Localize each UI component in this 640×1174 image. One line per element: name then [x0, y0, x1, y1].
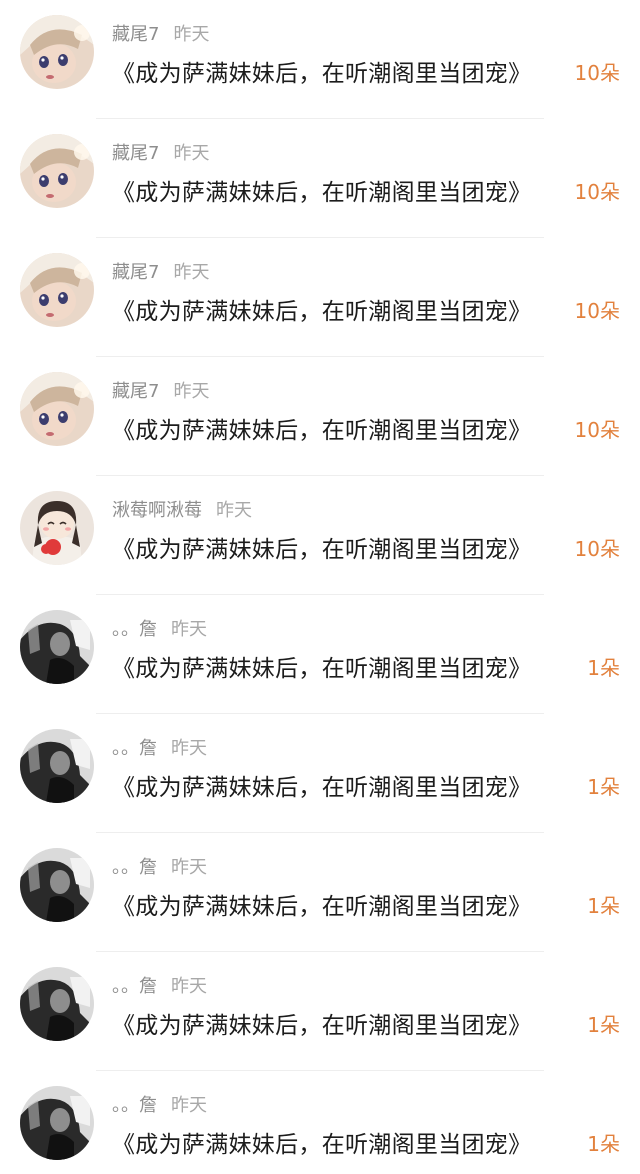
timestamp: 昨天	[171, 1095, 207, 1116]
gift-amount: 10朵	[574, 61, 620, 85]
book-title[interactable]: 《成为萨满妹妹后，在听潮阁里当团宠》	[112, 649, 531, 682]
user-avatar[interactable]	[20, 729, 94, 803]
user-avatar[interactable]	[20, 1086, 94, 1160]
list-item[interactable]: 。。詹 昨天 《成为萨满妹妹后，在听潮阁里当团宠》 1朵	[0, 595, 640, 714]
username[interactable]: 。。詹	[112, 1095, 157, 1116]
user-avatar[interactable]	[20, 491, 94, 565]
item-meta: 。。詹 昨天	[112, 1091, 207, 1117]
item-meta: 藏尾7 昨天	[112, 377, 209, 403]
list-item[interactable]: 藏尾7 昨天 《成为萨满妹妹后，在听潮阁里当团宠》 10朵	[0, 357, 640, 476]
gift-amount: 10朵	[574, 418, 620, 442]
gift-amount: 1朵	[587, 1132, 620, 1156]
username[interactable]: 湫莓啊湫莓	[112, 500, 202, 521]
book-title[interactable]: 《成为萨满妹妹后，在听潮阁里当团宠》	[112, 887, 531, 920]
book-title[interactable]: 《成为萨满妹妹后，在听潮阁里当团宠》	[112, 1006, 531, 1039]
gift-amount: 1朵	[587, 1013, 620, 1037]
book-title[interactable]: 《成为萨满妹妹后，在听潮阁里当团宠》	[112, 54, 531, 87]
user-avatar[interactable]	[20, 848, 94, 922]
timestamp: 昨天	[173, 262, 210, 283]
item-meta: 藏尾7 昨天	[112, 258, 209, 284]
item-meta: 。。詹 昨天	[112, 853, 207, 879]
timestamp: 昨天	[171, 976, 207, 997]
gift-amount: 1朵	[587, 894, 620, 918]
timestamp: 昨天	[173, 24, 210, 45]
list-item[interactable]: 藏尾7 昨天 《成为萨满妹妹后，在听潮阁里当团宠》 10朵	[0, 0, 640, 119]
user-avatar[interactable]	[20, 610, 94, 684]
item-meta: 。。詹 昨天	[112, 734, 207, 760]
user-avatar[interactable]	[20, 253, 94, 327]
gift-amount: 1朵	[587, 656, 620, 680]
book-title[interactable]: 《成为萨满妹妹后，在听潮阁里当团宠》	[112, 1125, 531, 1158]
user-avatar[interactable]	[20, 372, 94, 446]
gift-record-list: 藏尾7 昨天 《成为萨满妹妹后，在听潮阁里当团宠》 10朵 藏尾7 昨天 《成为萨满…	[0, 0, 640, 1174]
item-meta: 。。詹 昨天	[112, 972, 207, 998]
list-item[interactable]: 。。詹 昨天 《成为萨满妹妹后，在听潮阁里当团宠》 1朵	[0, 952, 640, 1071]
item-meta: 湫莓啊湫莓 昨天	[112, 496, 252, 522]
gift-amount: 10朵	[574, 180, 620, 204]
book-title[interactable]: 《成为萨满妹妹后，在听潮阁里当团宠》	[112, 292, 531, 325]
timestamp: 昨天	[171, 738, 207, 759]
timestamp: 昨天	[173, 143, 210, 164]
list-item[interactable]: 湫莓啊湫莓 昨天 《成为萨满妹妹后，在听潮阁里当团宠》 10朵	[0, 476, 640, 595]
list-item[interactable]: 。。詹 昨天 《成为萨满妹妹后，在听潮阁里当团宠》 1朵	[0, 1071, 640, 1174]
gift-amount: 1朵	[587, 775, 620, 799]
user-avatar[interactable]	[20, 967, 94, 1041]
item-meta: 。。詹 昨天	[112, 615, 207, 641]
username[interactable]: 藏尾7	[112, 381, 159, 402]
gift-amount: 10朵	[574, 299, 620, 323]
timestamp: 昨天	[216, 500, 252, 521]
book-title[interactable]: 《成为萨满妹妹后，在听潮阁里当团宠》	[112, 768, 531, 801]
item-meta: 藏尾7 昨天	[112, 20, 209, 46]
item-meta: 藏尾7 昨天	[112, 139, 209, 165]
book-title[interactable]: 《成为萨满妹妹后，在听潮阁里当团宠》	[112, 173, 531, 206]
list-item[interactable]: 藏尾7 昨天 《成为萨满妹妹后，在听潮阁里当团宠》 10朵	[0, 238, 640, 357]
username[interactable]: 藏尾7	[112, 24, 159, 45]
list-item[interactable]: 。。詹 昨天 《成为萨满妹妹后，在听潮阁里当团宠》 1朵	[0, 714, 640, 833]
username[interactable]: 。。詹	[112, 976, 157, 997]
timestamp: 昨天	[173, 381, 210, 402]
username[interactable]: 藏尾7	[112, 262, 159, 283]
username[interactable]: 藏尾7	[112, 143, 159, 164]
book-title[interactable]: 《成为萨满妹妹后，在听潮阁里当团宠》	[112, 411, 531, 444]
timestamp: 昨天	[171, 857, 207, 878]
user-avatar[interactable]	[20, 15, 94, 89]
username[interactable]: 。。詹	[112, 619, 157, 640]
book-title[interactable]: 《成为萨满妹妹后，在听潮阁里当团宠》	[112, 530, 531, 563]
gift-amount: 10朵	[574, 537, 620, 561]
list-item[interactable]: 。。詹 昨天 《成为萨满妹妹后，在听潮阁里当团宠》 1朵	[0, 833, 640, 952]
username[interactable]: 。。詹	[112, 857, 157, 878]
username[interactable]: 。。詹	[112, 738, 157, 759]
list-item[interactable]: 藏尾7 昨天 《成为萨满妹妹后，在听潮阁里当团宠》 10朵	[0, 119, 640, 238]
user-avatar[interactable]	[20, 134, 94, 208]
timestamp: 昨天	[171, 619, 207, 640]
